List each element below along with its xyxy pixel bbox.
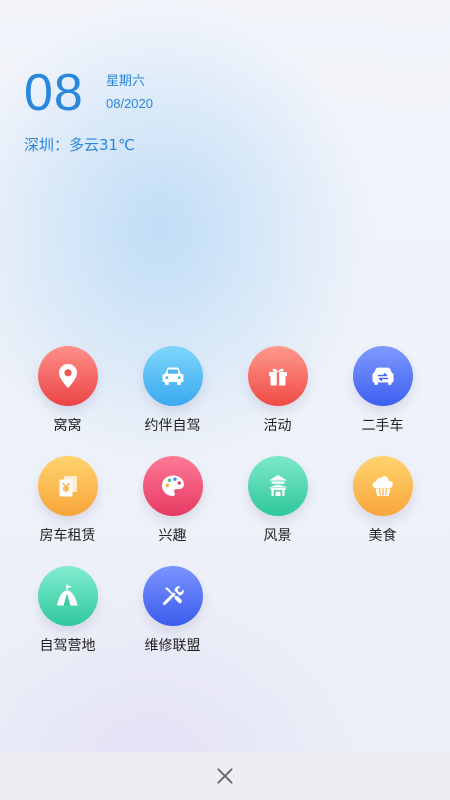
menu-item-repair-alliance[interactable]: 维修联盟 xyxy=(120,566,225,676)
menu-item-label: 兴趣 xyxy=(158,528,187,544)
exchange-car-icon xyxy=(352,346,413,406)
menu-item-scenery[interactable]: 风景 xyxy=(225,456,330,566)
repair-tools-icon xyxy=(142,566,203,626)
weather-text: 深圳：多云31℃ xyxy=(24,136,135,154)
menu-item-wowo[interactable]: 窝窝 xyxy=(15,346,120,456)
menu-item-label: 风景 xyxy=(263,528,292,544)
cupcake-icon xyxy=(352,456,413,516)
tent-icon xyxy=(37,566,98,626)
menu-item-label: 房车租赁 xyxy=(39,528,96,544)
date-widget: 08 星期六 08/2020 xyxy=(24,62,324,126)
menu-item-campsite[interactable]: 自驾营地 xyxy=(15,566,120,676)
close-button[interactable] xyxy=(211,762,239,790)
menu-item-label: 二手车 xyxy=(361,418,404,434)
weekday-label: 星期六 xyxy=(106,74,146,89)
palette-icon xyxy=(142,456,203,516)
menu-item-used-car[interactable]: 二手车 xyxy=(330,346,435,456)
rental-yen-icon xyxy=(37,456,98,516)
bottom-bar xyxy=(0,752,450,800)
menu-grid: 窝窝 约伴自驾 活动 二手车 房车租赁 兴趣 风景 美食 自驾营地 维修联盟 xyxy=(15,346,435,676)
menu-item-label: 约伴自驾 xyxy=(144,418,201,434)
menu-item-group-drive[interactable]: 约伴自驾 xyxy=(120,346,225,456)
menu-item-label: 活动 xyxy=(263,418,292,434)
menu-item-interest[interactable]: 兴趣 xyxy=(120,456,225,566)
menu-item-food[interactable]: 美食 xyxy=(330,456,435,566)
month-year-label: 08/2020 xyxy=(106,96,153,111)
gift-icon xyxy=(247,346,308,406)
pavilion-icon xyxy=(247,456,308,516)
menu-item-label: 维修联盟 xyxy=(144,638,201,654)
close-icon xyxy=(217,768,233,784)
menu-item-label: 美食 xyxy=(368,528,397,544)
drawer-screen: 08 星期六 08/2020 深圳：多云31℃ 窝窝 约伴自驾 活动 二手车 房… xyxy=(0,0,450,800)
menu-item-activity[interactable]: 活动 xyxy=(225,346,330,456)
menu-item-label: 窝窝 xyxy=(53,418,82,434)
menu-item-label: 自驾营地 xyxy=(39,638,96,654)
day-number: 08 xyxy=(24,64,84,122)
car-icon xyxy=(142,346,203,406)
location-pin-icon xyxy=(37,346,98,406)
menu-item-rv-rental[interactable]: 房车租赁 xyxy=(15,456,120,566)
